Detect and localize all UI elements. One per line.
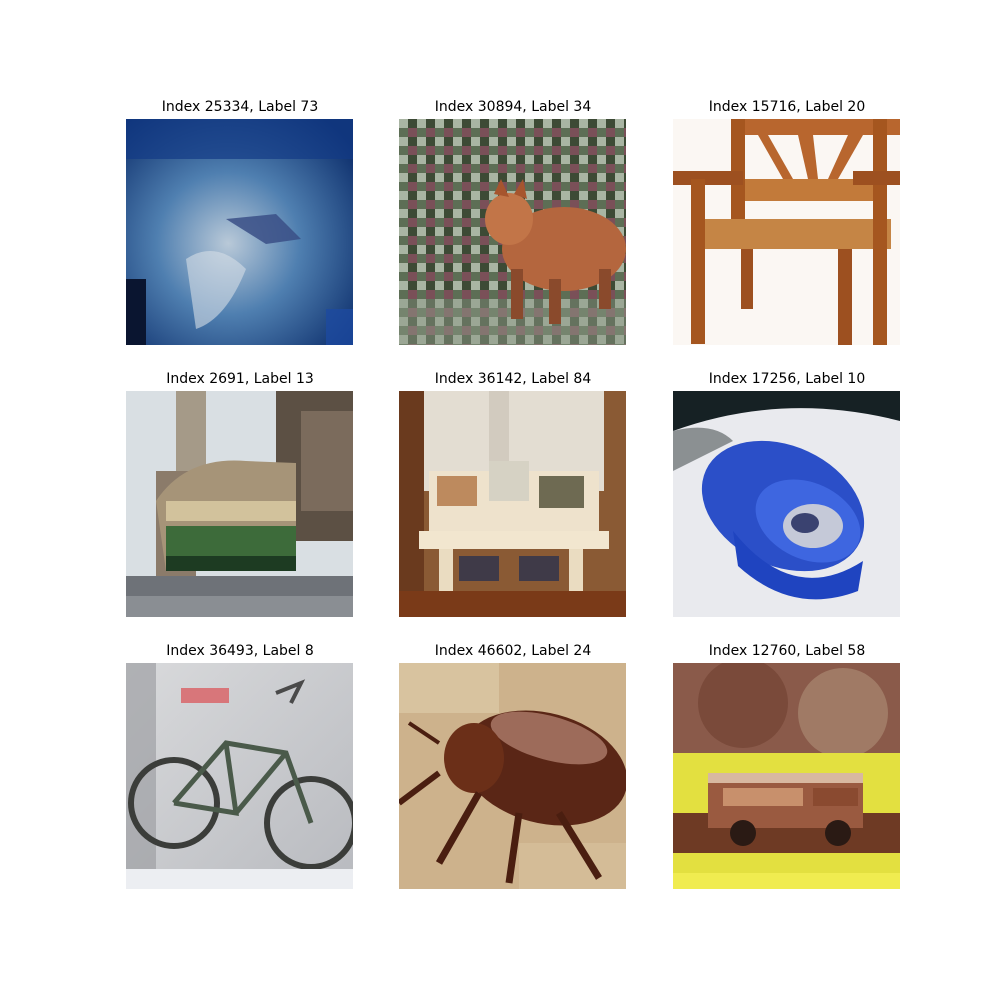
image-panel: Index 15716, Label 20 xyxy=(673,98,901,358)
wooden-chair-image xyxy=(673,119,900,345)
image-panel: Index 2691, Label 13 xyxy=(126,370,354,630)
image-panel: Index 46602, Label 24 xyxy=(399,642,627,902)
image-panel: Index 36142, Label 84 xyxy=(399,370,627,630)
image-panel: Index 25334, Label 73 xyxy=(126,98,354,358)
figure-canvas: { "figure": { "panels": [ { "title": "In… xyxy=(0,0,1000,1000)
panel-title: Index 25334, Label 73 xyxy=(161,99,319,115)
panel-title: Index 2691, Label 13 xyxy=(166,371,314,387)
panel-title: Index 30894, Label 34 xyxy=(434,99,592,115)
panel-title: Index 15716, Label 20 xyxy=(708,99,866,115)
panel-title: Index 36142, Label 84 xyxy=(434,371,592,387)
panel-title: Index 46602, Label 24 xyxy=(434,643,592,659)
pickup-truck-image xyxy=(673,663,900,889)
image-panel: Index 17256, Label 10 xyxy=(673,370,901,630)
bicycle-image xyxy=(126,663,353,889)
panel-title: Index 17256, Label 10 xyxy=(708,371,866,387)
streetcar-image xyxy=(126,391,353,617)
image-panel: Index 36493, Label 8 xyxy=(126,642,354,902)
panel-title: Index 36493, Label 8 xyxy=(166,643,314,659)
fox-in-foliage-image xyxy=(399,119,626,345)
cockroach-image xyxy=(399,663,626,889)
ray-underwater-image xyxy=(126,119,353,345)
image-panel: Index 30894, Label 34 xyxy=(399,98,627,358)
image-panel: Index 12760, Label 58 xyxy=(673,642,901,902)
blue-bowl-image xyxy=(673,391,900,617)
panel-title: Index 12760, Label 58 xyxy=(708,643,866,659)
dining-table-image xyxy=(399,391,626,617)
